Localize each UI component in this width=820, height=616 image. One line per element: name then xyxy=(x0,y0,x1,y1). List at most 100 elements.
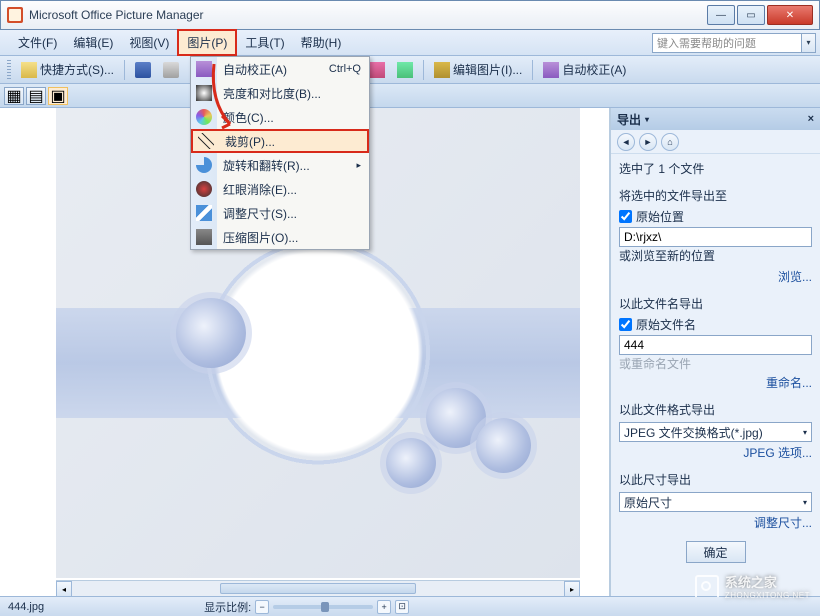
original-location-input[interactable] xyxy=(619,210,632,223)
menu-compress[interactable]: 压缩图片(O)... xyxy=(191,225,369,249)
shortcut-icon xyxy=(21,62,37,78)
watermark-url: ZHONGXITONG.NET xyxy=(725,591,810,600)
rotate-icon xyxy=(196,157,212,173)
view-bar: ▦ ▤ ▣ xyxy=(0,84,820,108)
export-size-label: 以此尺寸导出 xyxy=(619,471,812,488)
nav-back-button[interactable]: ◄ xyxy=(617,133,635,151)
window-title: Microsoft Office Picture Manager xyxy=(29,8,705,22)
menu-auto-correct[interactable]: 自动校正(A) Ctrl+Q xyxy=(191,57,369,81)
scroll-left-button[interactable]: ◂ xyxy=(56,581,72,596)
auto-correct-label: 自动校正(A) xyxy=(562,61,626,78)
taskpane-menu-button[interactable]: ▾ xyxy=(645,115,649,124)
ok-button[interactable]: 确定 xyxy=(686,541,746,563)
menu-rotate[interactable]: 旋转和翻转(R)... ▸ xyxy=(191,153,369,177)
or-browse-label: 或浏览至新的位置 xyxy=(619,247,812,264)
help-placeholder: 键入需要帮助的问题 xyxy=(657,35,756,51)
rotate-label: 旋转和翻转(R)... xyxy=(223,157,356,174)
toolbar-grip[interactable] xyxy=(7,60,11,80)
menu-redeye[interactable]: 红眼消除(E)... xyxy=(191,177,369,201)
minimize-button[interactable]: ― xyxy=(707,5,735,25)
export-path-input[interactable] xyxy=(619,227,812,247)
nav-home-button[interactable]: ⌂ xyxy=(661,133,679,151)
image-decor xyxy=(476,418,531,473)
view-thumbnails[interactable]: ▦ xyxy=(4,87,24,105)
view-single[interactable]: ▣ xyxy=(48,87,68,105)
taskpane-close-button[interactable]: × xyxy=(808,113,814,125)
status-filename: 444.jpg xyxy=(8,601,44,613)
help-dropdown-button[interactable]: ▾ xyxy=(802,33,816,53)
original-filename-label: 原始文件名 xyxy=(636,316,696,333)
jpeg-options-link[interactable]: JPEG 选项... xyxy=(619,444,812,461)
main-area: ◂ ▸ 导出 ▾ × ◄ ► ⌂ 选中了 1 个文件 将选中的文件导出至 原始位… xyxy=(0,108,820,596)
zoom-out-button[interactable]: − xyxy=(255,600,269,614)
picture-dropdown-menu: 自动校正(A) Ctrl+Q 亮度和对比度(B)... 颜色(C)... 裁剪(… xyxy=(190,56,370,250)
nav-forward-button[interactable]: ► xyxy=(639,133,657,151)
title-bar: Microsoft Office Picture Manager ― ▭ ✕ xyxy=(0,0,820,30)
submenu-arrow-icon: ▸ xyxy=(356,160,361,171)
shortcut-button[interactable]: 快捷方式(S)... xyxy=(16,59,119,81)
help-search-input[interactable]: 键入需要帮助的问题 xyxy=(652,33,802,53)
ok-label: 确定 xyxy=(703,544,727,561)
shortcut-label: 快捷方式(S)... xyxy=(40,61,114,78)
brightness-icon xyxy=(196,85,212,101)
save-button[interactable] xyxy=(130,59,156,81)
watermark-text: 系统之家 xyxy=(725,572,810,591)
redeye-label: 红眼消除(E)... xyxy=(223,181,361,198)
close-button[interactable]: ✕ xyxy=(767,5,813,25)
menu-picture[interactable]: 图片(P) xyxy=(177,29,237,56)
menu-bar: 文件(F) 编辑(E) 视图(V) 图片(P) 工具(T) 帮助(H) 键入需要… xyxy=(0,30,820,56)
scroll-thumb[interactable] xyxy=(220,583,417,594)
original-location-label: 原始位置 xyxy=(636,208,684,225)
size-value: 原始尺寸 xyxy=(624,494,672,511)
zoom-slider[interactable] xyxy=(273,605,373,609)
export-format-label: 以此文件格式导出 xyxy=(619,401,812,418)
menu-file[interactable]: 文件(F) xyxy=(10,31,65,54)
edit-picture-label: 编辑图片(I)... xyxy=(453,61,522,78)
edit-picture-icon xyxy=(434,62,450,78)
export-to-label: 将选中的文件导出至 xyxy=(619,187,812,204)
watermark: 系统之家 ZHONGXITONG.NET xyxy=(695,572,810,600)
or-rename-label: 或重命名文件 xyxy=(619,355,812,372)
chevron-down-icon: ▾ xyxy=(803,498,807,507)
browse-link[interactable]: 浏览... xyxy=(619,268,812,285)
menu-tools[interactable]: 工具(T) xyxy=(237,31,292,54)
zoom-fit-button[interactable]: ⊡ xyxy=(395,600,409,614)
scroll-track[interactable] xyxy=(72,581,564,596)
rename-link[interactable]: 重命名... xyxy=(619,374,812,391)
status-zoom: 显示比例: − + ⊡ xyxy=(204,599,409,615)
print-button[interactable] xyxy=(158,59,184,81)
format-select[interactable]: JPEG 文件交换格式(*.jpg) ▾ xyxy=(619,422,812,442)
menu-crop[interactable]: 裁剪(P)... xyxy=(191,129,369,153)
taskpane-title: 导出 xyxy=(617,111,641,128)
save-icon xyxy=(135,62,151,78)
auto-correct-button[interactable]: 自动校正(A) xyxy=(538,59,631,81)
menu-color[interactable]: 颜色(C)... xyxy=(191,105,369,129)
original-filename-input[interactable] xyxy=(619,318,632,331)
edit-picture-button[interactable]: 编辑图片(I)... xyxy=(429,59,527,81)
menu-brightness[interactable]: 亮度和对比度(B)... xyxy=(191,81,369,105)
app-icon xyxy=(7,7,23,23)
zoom-in-button[interactable]: + xyxy=(377,600,391,614)
menu-edit[interactable]: 编辑(E) xyxy=(65,31,121,54)
maximize-button[interactable]: ▭ xyxy=(737,5,765,25)
scroll-right-button[interactable]: ▸ xyxy=(564,581,580,596)
original-filename-checkbox[interactable]: 原始文件名 xyxy=(619,316,812,333)
filename-input[interactable] xyxy=(619,335,812,355)
separator xyxy=(124,60,125,80)
export-name-label: 以此文件名导出 xyxy=(619,295,812,312)
compress-icon xyxy=(196,229,212,245)
window-controls: ― ▭ ✕ xyxy=(705,5,813,25)
view-filmstrip[interactable]: ▤ xyxy=(26,87,46,105)
menu-help[interactable]: 帮助(H) xyxy=(293,31,350,54)
menu-view[interactable]: 视图(V) xyxy=(121,31,177,54)
resize-link[interactable]: 调整尺寸... xyxy=(619,514,812,531)
zoom-label: 显示比例: xyxy=(204,599,251,615)
redeye-icon xyxy=(196,181,212,197)
size-select[interactable]: 原始尺寸 ▾ xyxy=(619,492,812,512)
menu-resize[interactable]: 调整尺寸(S)... xyxy=(191,201,369,225)
resize-label: 调整尺寸(S)... xyxy=(223,205,361,222)
original-location-checkbox[interactable]: 原始位置 xyxy=(619,208,812,225)
horizontal-scrollbar[interactable]: ◂ ▸ xyxy=(56,580,580,596)
taskpane-body: 选中了 1 个文件 将选中的文件导出至 原始位置 或浏览至新的位置 浏览... … xyxy=(611,154,820,596)
edit-c-button[interactable] xyxy=(392,59,418,81)
